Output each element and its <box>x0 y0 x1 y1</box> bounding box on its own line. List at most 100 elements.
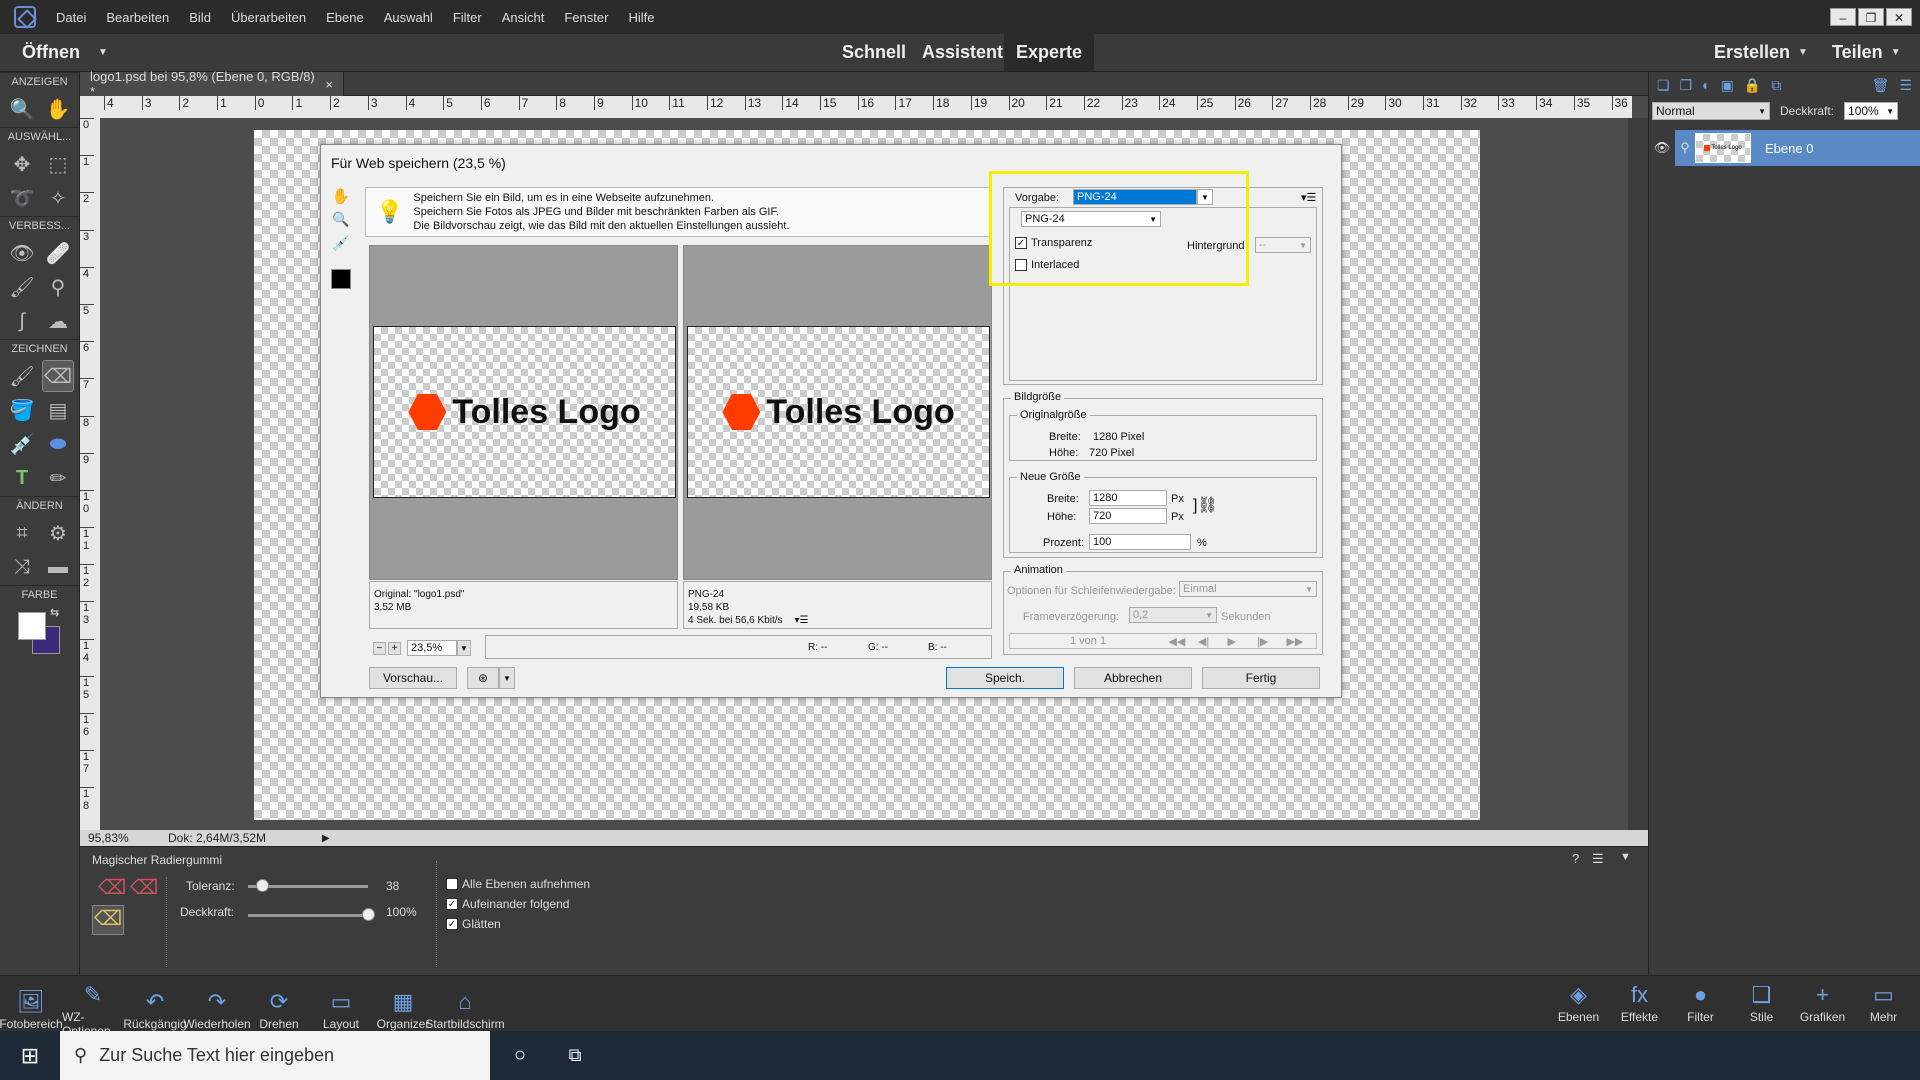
opacity-input[interactable]: 100% ▼ <box>1844 102 1899 120</box>
antialias-checkbox[interactable]: ✓ Glätten <box>446 917 501 931</box>
delete-layer-icon[interactable]: 🗑 <box>1872 77 1890 94</box>
collapse-chevron-icon[interactable]: ▼ <box>1620 851 1631 863</box>
settings-menu-icon[interactable]: ▾☰ <box>1301 191 1316 204</box>
menu-bearbeiten[interactable]: Bearbeiten <box>106 10 169 25</box>
help-icon[interactable]: ? <box>1572 851 1579 866</box>
right-button-ebenen[interactable]: ◈ Ebenen <box>1548 980 1609 1024</box>
left-button-fotobereich[interactable]: 🖼 Fotobereich <box>0 987 63 1031</box>
right-button-effekte[interactable]: fx Effekte <box>1609 980 1670 1024</box>
magic-eraser-icon[interactable]: ⌫ <box>92 905 124 935</box>
opacity-slider[interactable] <box>248 908 375 921</box>
gradient-tool-icon[interactable]: ▤ <box>42 394 74 426</box>
left-button-wz-optionen[interactable]: ✎WZ-Optionen <box>62 980 124 1038</box>
dialog-eyedropper-icon[interactable]: 💉 <box>329 235 353 259</box>
mask-icon[interactable]: ▣ <box>1721 77 1734 94</box>
tolerance-slider[interactable] <box>248 879 368 892</box>
prev-frame-icon[interactable]: ◀| <box>1198 635 1228 648</box>
text-tool-icon[interactable]: T <box>6 462 38 494</box>
pencil-tool-icon[interactable]: ✏ <box>42 462 74 494</box>
hand-tool-icon[interactable]: ✋ <box>42 93 74 125</box>
brush-tool-icon[interactable]: 🖌 <box>6 360 38 392</box>
zoom-tool-icon[interactable]: 🔍 <box>6 93 38 125</box>
right-button-mehr[interactable]: ▭ Mehr <box>1853 980 1914 1024</box>
cortana-icon[interactable]: ○ <box>490 1044 550 1067</box>
zoom-in-button[interactable]: + <box>388 641 401 655</box>
cancel-button[interactable]: Abbrechen <box>1074 667 1192 689</box>
visibility-eye-icon[interactable]: 👁 <box>1649 130 1675 166</box>
quick-select-tool-icon[interactable]: ✧ <box>42 182 74 214</box>
lock-icon[interactable]: 🔒 <box>1744 77 1761 94</box>
optimized-preview[interactable]: Tolles Logo <box>683 245 992 580</box>
right-button-stile[interactable]: ❑ Stile <box>1731 980 1792 1024</box>
windows-start-icon[interactable]: ⊞ <box>0 1043 60 1069</box>
spot-healing-tool-icon[interactable]: 🩹 <box>42 237 74 269</box>
options-menu-icon[interactable]: ☰ <box>1592 851 1604 867</box>
next-frame-icon[interactable]: |▶ <box>1257 635 1287 648</box>
last-frame-icon[interactable]: ▶▶ <box>1286 635 1316 648</box>
paint-bucket-tool-icon[interactable]: 🪣 <box>6 394 38 426</box>
recompose-tool-icon[interactable]: ⚙ <box>42 517 74 549</box>
tolerance-knob[interactable] <box>256 879 270 892</box>
mode-assistent[interactable]: Assistent <box>922 42 1003 63</box>
magic-eraser-tool-icon[interactable]: ⌫ <box>42 360 74 392</box>
menu-filter[interactable]: Filter <box>453 10 482 25</box>
share-menu[interactable]: Teilen ▼ <box>1832 42 1901 63</box>
mode-schnell[interactable]: Schnell <box>842 42 906 63</box>
background-select[interactable]: -- ▼ <box>1255 237 1311 253</box>
mode-experte[interactable]: Experte <box>1004 34 1095 71</box>
browser-dropdown-icon[interactable]: ▼ <box>499 667 515 689</box>
eraser-icon[interactable]: ⌫ <box>98 875 126 900</box>
first-frame-icon[interactable]: ◀◀ <box>1168 635 1198 648</box>
menu-fenster[interactable]: Fenster <box>564 10 608 25</box>
lock-all-icon[interactable]: ⧉ <box>1771 77 1781 94</box>
color-swatches[interactable]: ⇆ <box>0 604 79 664</box>
maximize-button[interactable]: ❐ <box>1858 8 1884 26</box>
close-window-button[interactable]: ✕ <box>1886 8 1912 26</box>
eyedropper-color-swatch[interactable] <box>331 269 351 289</box>
straighten-tool-icon[interactable]: ▬ <box>42 551 74 583</box>
new-height-input[interactable]: 720 <box>1089 508 1167 524</box>
right-button-filter[interactable]: ● Filter <box>1670 980 1731 1024</box>
percent-input[interactable]: 100 <box>1089 534 1191 550</box>
new-layer-icon[interactable]: ❏ <box>1657 77 1670 94</box>
shape-tool-icon[interactable]: ⬬ <box>42 428 74 460</box>
menu-ebene[interactable]: Ebene <box>326 10 364 25</box>
red-eye-tool-icon[interactable]: 👁 <box>6 237 38 269</box>
swap-colors-icon[interactable]: ⇆ <box>50 606 59 619</box>
smart-brush-tool-icon[interactable]: 🖌 <box>6 271 38 303</box>
move-tool-icon[interactable]: ✥ <box>6 148 38 180</box>
zoom-dropdown-icon[interactable]: ▼ <box>457 640 471 656</box>
zoom-select[interactable]: 23,5% <box>407 640 457 656</box>
browser-preview-button[interactable]: ⊛ <box>467 667 499 689</box>
marquee-tool-icon[interactable]: ⬚ <box>42 148 74 180</box>
new-width-input[interactable]: 1280 <box>1089 490 1167 506</box>
dialog-hand-icon[interactable]: ✋ <box>329 187 353 211</box>
panel-menu-icon[interactable]: ☰ <box>1899 77 1912 94</box>
save-button[interactable]: Speich. <box>946 667 1064 689</box>
menu-ueberarbeiten[interactable]: Überarbeiten <box>231 10 306 25</box>
delay-input[interactable]: 0,2 ▼ <box>1129 607 1217 623</box>
adjustment-layer-icon[interactable]: ◐ <box>1702 77 1710 93</box>
vertical-scrollbar[interactable] <box>1628 118 1648 830</box>
background-eraser-icon[interactable]: ⌫ <box>130 875 158 900</box>
search-box[interactable]: ⚲ Zur Suche Text hier eingeben <box>60 1031 490 1080</box>
menu-ansicht[interactable]: Ansicht <box>502 10 545 25</box>
status-menu-icon[interactable]: ▶ <box>322 833 330 844</box>
minimize-button[interactable]: – <box>1830 8 1856 26</box>
all-layers-checkbox[interactable]: Alle Ebenen aufnehmen <box>446 877 590 891</box>
layer-link-icon[interactable]: ⚲ <box>1675 140 1695 156</box>
create-menu[interactable]: Erstellen ▼ <box>1714 42 1808 63</box>
content-aware-move-icon[interactable]: ⤨ <box>6 551 38 583</box>
original-preview[interactable]: Tolles Logo <box>369 245 678 580</box>
document-tab[interactable]: logo1.psd bei 95,8% (Ebene 0, RGB/8) * × <box>80 69 344 99</box>
foreground-color[interactable] <box>18 612 46 640</box>
eyedropper-tool-icon[interactable]: 💉 <box>6 428 38 460</box>
left-button-layout[interactable]: ▭ Layout <box>310 987 372 1031</box>
lasso-tool-icon[interactable]: ➰ <box>6 182 38 214</box>
left-button-wiederholen[interactable]: ↷ Wiederholen <box>183 987 250 1031</box>
new-group-icon[interactable]: ❐ <box>1680 77 1693 94</box>
play-icon[interactable]: ▶ <box>1227 635 1257 648</box>
preview-button[interactable]: Vorschau... <box>369 667 457 689</box>
dialog-zoom-icon[interactable]: 🔍 <box>329 211 353 235</box>
left-button-startbildschirm[interactable]: ⌂ Startbildschirm <box>425 987 504 1031</box>
